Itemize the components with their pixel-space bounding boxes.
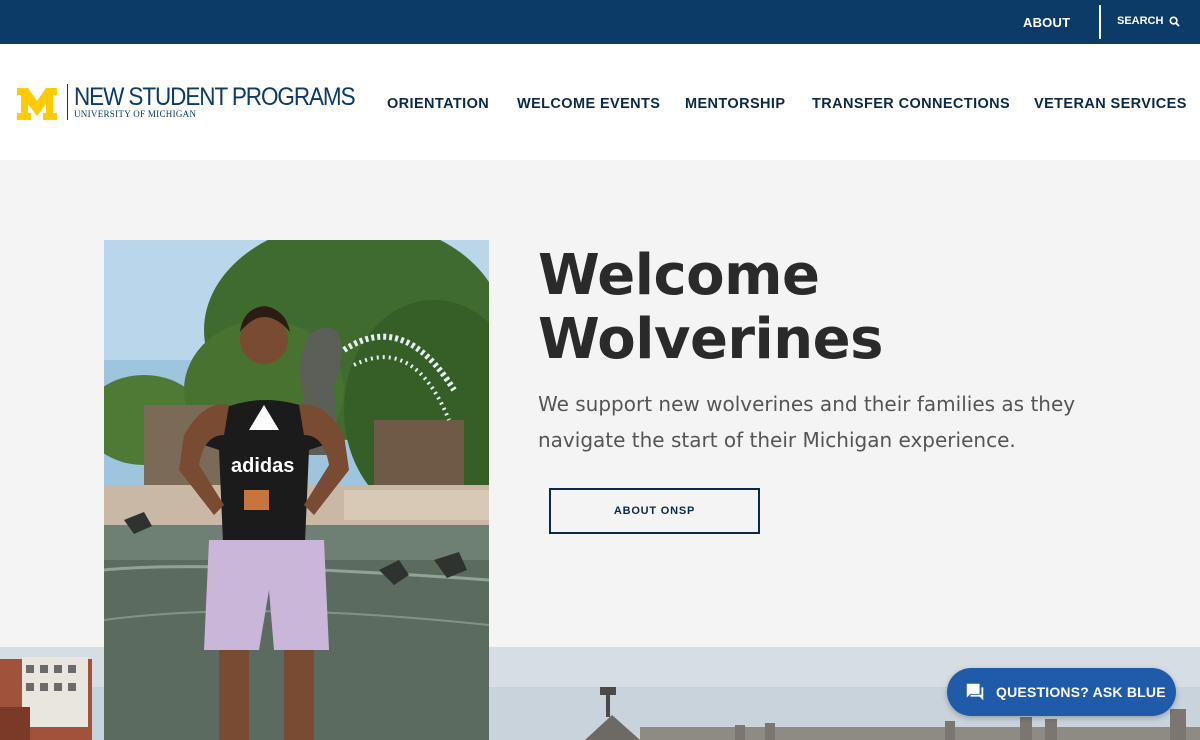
chat-label: QUESTIONS? ASK BLUE xyxy=(996,684,1166,700)
utility-search-label: SEARCH xyxy=(1117,15,1164,27)
nav-item-welcome-events[interactable]: WELCOME EVENTS xyxy=(517,96,660,112)
utility-about-link[interactable]: ABOUT xyxy=(1023,15,1070,30)
nav-item-orientation[interactable]: ORIENTATION xyxy=(387,96,489,112)
main-nav: ORIENTATION WELCOME EVENTS MENTORSHIP TR… xyxy=(0,96,1200,116)
hero-description: We support new wolverines and their fami… xyxy=(538,392,1076,452)
chat-bubble-icon xyxy=(966,683,984,701)
shirt-logo-text: adidas xyxy=(231,455,294,477)
utility-divider xyxy=(1099,5,1101,39)
student-fountain-illustration: adidas xyxy=(104,240,489,740)
site-header: NEW STUDENT PROGRAMS UNIVERSITY OF MICHI… xyxy=(0,44,1200,160)
nav-item-transfer-connections[interactable]: TRANSFER CONNECTIONS xyxy=(812,96,1010,112)
utility-search-link[interactable]: SEARCH xyxy=(1117,15,1181,27)
hero-photo: adidas xyxy=(104,240,489,740)
hero-title: Welcome Wolverines xyxy=(538,244,1138,372)
hero-title-line-1: Welcome xyxy=(538,243,820,308)
nav-item-veteran-services[interactable]: VETERAN SERVICES xyxy=(1034,96,1187,112)
utility-bar: ABOUT SEARCH xyxy=(0,0,1200,44)
hero-title-line-2: Wolverines xyxy=(538,307,883,372)
ask-blue-chat-button[interactable]: QUESTIONS? ASK BLUE xyxy=(947,668,1176,716)
nav-item-mentorship[interactable]: MENTORSHIP xyxy=(685,96,785,112)
about-onsp-button[interactable]: ABOUT ONSP xyxy=(549,488,760,534)
search-icon xyxy=(1169,15,1181,27)
